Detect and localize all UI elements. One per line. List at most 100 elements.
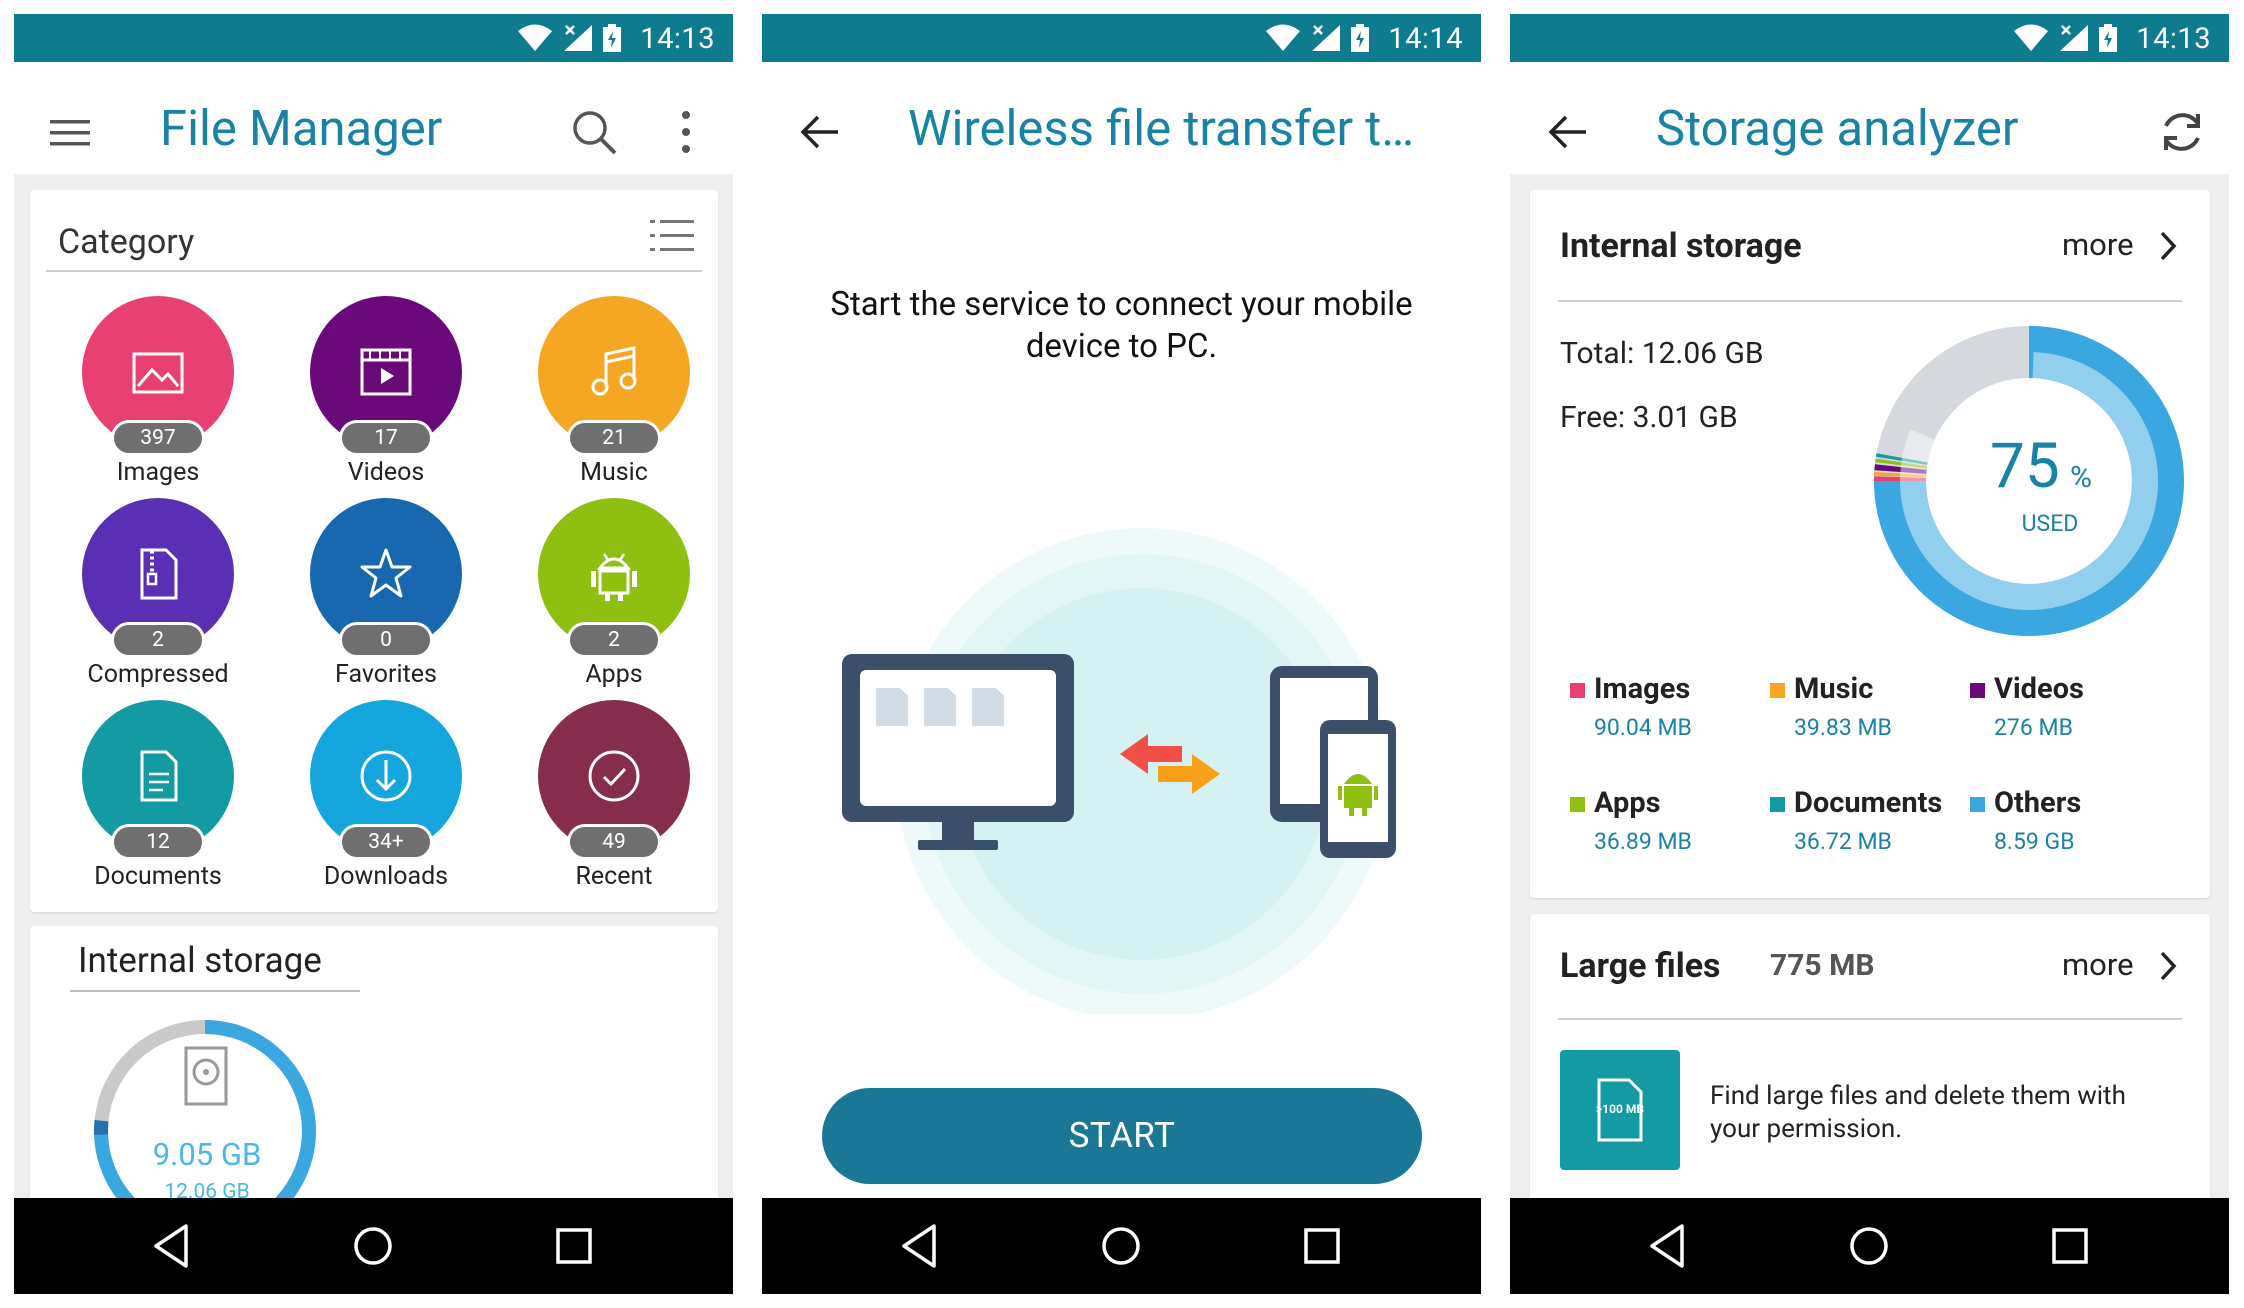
section-divider xyxy=(1558,1018,2182,1020)
back-nav-icon[interactable] xyxy=(1642,1220,1694,1272)
category-divider xyxy=(46,270,702,272)
star-icon xyxy=(360,548,412,598)
category-recent[interactable]: 49 Recent xyxy=(504,700,724,900)
file-manager-content: Category 397 Images 17 Videos 21 Music 2… xyxy=(14,174,733,1242)
large-files-description: Find large files and delete them with yo… xyxy=(1710,1081,2126,1144)
search-icon[interactable] xyxy=(570,108,618,156)
downloads-count: 34+ xyxy=(339,824,433,860)
music-label: Music xyxy=(580,458,648,487)
storage-divider xyxy=(70,990,360,992)
status-bar: 14:13 xyxy=(14,14,733,62)
legend-value: 36.89 MB xyxy=(1594,828,1692,855)
menu-icon[interactable] xyxy=(50,118,90,148)
internal-storage-card[interactable]: Internal storage 9.05 GB 12.06 GB xyxy=(30,926,718,1242)
document-icon xyxy=(140,750,178,802)
wifi-icon xyxy=(518,24,552,51)
category-heading: Category xyxy=(58,222,195,262)
internal-storage-heading: Internal storage xyxy=(1560,226,1802,266)
recents-nav-icon[interactable] xyxy=(2044,1220,2096,1272)
category-music[interactable]: 21 Music xyxy=(504,296,724,496)
back-nav-icon[interactable] xyxy=(146,1220,198,1272)
legend-others: Others 8.59 GB xyxy=(1970,786,2170,855)
legend-name: Documents xyxy=(1794,786,1943,820)
app-bar: File Manager xyxy=(14,62,733,174)
legend-swatch xyxy=(1770,683,1785,699)
legend-name: Others xyxy=(1994,786,2082,820)
battery-icon xyxy=(2099,24,2117,52)
service-message: Start the service to connect your mobile… xyxy=(830,285,1413,366)
recent-label: Recent xyxy=(575,862,653,891)
legend-name: Videos xyxy=(1994,672,2084,706)
home-nav-icon[interactable] xyxy=(347,1220,399,1272)
navigation-bar xyxy=(1510,1198,2229,1294)
legend-value: 36.72 MB xyxy=(1794,828,1892,855)
phone-wireless-transfer: 14:14 Wireless file transfer t… Start th… xyxy=(762,14,1481,1294)
phone-file-manager: 14:13 File Manager Category 397 Images 1… xyxy=(14,14,733,1294)
storage-analyzer-content: Internal storage more Total: 12.06 GB Fr… xyxy=(1510,174,2229,1234)
back-nav-icon[interactable] xyxy=(894,1220,946,1272)
back-arrow-icon[interactable] xyxy=(1548,114,1588,150)
large-files-more-link[interactable]: more xyxy=(2062,946,2134,983)
images-count: 397 xyxy=(111,420,205,456)
category-compressed[interactable]: 2 Compressed xyxy=(48,498,268,698)
used-label: USED xyxy=(2021,510,2079,537)
category-documents[interactable]: 12 Documents xyxy=(48,700,268,900)
legend-swatch xyxy=(1570,797,1585,813)
start-button[interactable]: START xyxy=(822,1088,1422,1184)
music-count: 21 xyxy=(567,420,661,456)
videos-count: 17 xyxy=(339,420,433,456)
battery-icon xyxy=(1351,24,1369,52)
large-file-tile: >100 MB xyxy=(1560,1050,1680,1170)
legend-swatch xyxy=(1970,797,1985,813)
category-images[interactable]: 397 Images xyxy=(48,296,268,496)
legend-name: Apps xyxy=(1594,786,1661,820)
page-title: Wireless file transfer t… xyxy=(908,100,1415,157)
legend-name: Images xyxy=(1594,672,1691,706)
battery-icon xyxy=(603,24,621,52)
internal-storage-heading: Internal storage xyxy=(78,940,322,981)
phone-storage-analyzer: 14:13 Storage analyzer Internal storage … xyxy=(1510,14,2229,1294)
percent-sign: % xyxy=(2070,460,2092,495)
wifi-icon xyxy=(2014,24,2048,51)
home-nav-icon[interactable] xyxy=(1095,1220,1147,1272)
documents-label: Documents xyxy=(94,862,222,891)
storage-drive-icon xyxy=(184,1046,228,1106)
legend-swatch xyxy=(1570,683,1585,699)
chevron-right-icon[interactable] xyxy=(2158,950,2178,982)
status-bar: 14:13 xyxy=(1510,14,2229,62)
apps-label: Apps xyxy=(585,660,643,689)
monitor-icon xyxy=(842,654,1074,850)
legend-documents: Documents 36.72 MB xyxy=(1770,786,1970,855)
page-title: File Manager xyxy=(160,100,443,157)
storage-total: Total: 12.06 GB xyxy=(1560,336,1764,371)
category-apps[interactable]: 2 Apps xyxy=(504,498,724,698)
download-icon xyxy=(360,750,412,802)
list-view-icon[interactable] xyxy=(650,218,694,254)
large-files-card[interactable]: Large files 775 MB more >100 MB Find lar… xyxy=(1530,914,2210,1234)
legend-swatch xyxy=(1770,797,1785,813)
video-icon xyxy=(360,348,412,396)
refresh-icon[interactable] xyxy=(2158,108,2206,156)
chevron-right-icon[interactable] xyxy=(2158,230,2178,262)
android-icon xyxy=(591,553,637,601)
app-bar: Storage analyzer xyxy=(1510,62,2229,174)
legend-apps: Apps 36.89 MB xyxy=(1570,786,1770,855)
navigation-bar xyxy=(14,1198,733,1294)
page-title: Storage analyzer xyxy=(1656,100,2019,157)
category-videos[interactable]: 17 Videos xyxy=(276,296,496,496)
home-nav-icon[interactable] xyxy=(1843,1220,1895,1272)
check-circle-icon xyxy=(588,750,640,802)
legend-music: Music 39.83 MB xyxy=(1770,672,1970,741)
internal-more-link[interactable]: more xyxy=(2062,226,2134,263)
more-vert-icon[interactable] xyxy=(680,110,692,154)
large-files-heading: Large files xyxy=(1560,946,1721,986)
category-favorites[interactable]: 0 Favorites xyxy=(276,498,496,698)
status-time: 14:14 xyxy=(1388,22,1463,56)
recents-nav-icon[interactable] xyxy=(548,1220,600,1272)
recents-nav-icon[interactable] xyxy=(1296,1220,1348,1272)
back-arrow-icon[interactable] xyxy=(800,114,840,150)
category-downloads[interactable]: 34+ Downloads xyxy=(276,700,496,900)
status-time: 14:13 xyxy=(640,22,715,56)
compressed-label: Compressed xyxy=(87,660,229,689)
status-time: 14:13 xyxy=(2136,22,2211,56)
